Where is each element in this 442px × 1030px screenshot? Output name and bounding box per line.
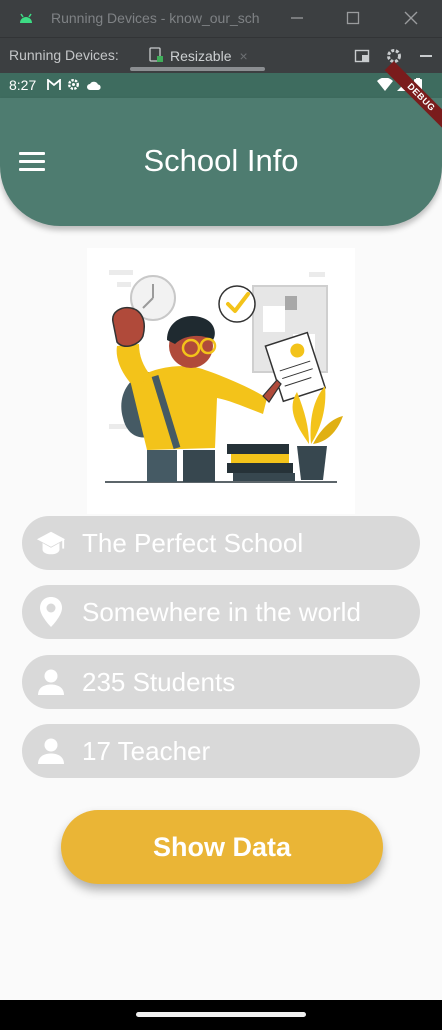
device-tab[interactable]: Resizable ×: [148, 44, 248, 68]
ide-toolbar: Running Devices: Resizable ×: [0, 37, 442, 74]
device-tab-label: Resizable: [170, 48, 232, 64]
navigation-bar: [0, 1000, 442, 1030]
person-icon: [36, 667, 66, 697]
device-icon: [148, 46, 164, 66]
location-pin-icon: [36, 597, 66, 627]
home-gesture-handle[interactable]: [136, 1012, 306, 1017]
teachers-row: 17 Teacher: [22, 724, 420, 778]
tab-close-icon[interactable]: ×: [239, 48, 247, 64]
minimize-icon[interactable]: [287, 8, 307, 28]
status-bar: 8:27: [0, 73, 442, 98]
page-title: School Info: [143, 143, 299, 178]
app-bar: School Info: [0, 98, 442, 226]
android-icon: [18, 11, 34, 29]
school-name: The Perfect School: [82, 527, 304, 558]
wifi-icon: [377, 77, 393, 96]
maximize-icon[interactable]: [343, 8, 363, 28]
students-row: 235 Students: [22, 655, 420, 709]
minimize-panel-icon[interactable]: [416, 46, 436, 66]
status-time: 8:27: [9, 77, 37, 93]
gmail-icon: [47, 78, 61, 96]
location-text: Somewhere in the world: [82, 596, 361, 627]
window-mode-icon[interactable]: [352, 46, 372, 66]
show-data-button[interactable]: Show Data: [61, 810, 383, 884]
tab-indicator: [130, 67, 265, 71]
teachers-count: 17 Teacher: [82, 735, 211, 766]
school-illustration: [87, 248, 355, 514]
close-icon[interactable]: [401, 8, 421, 28]
toolbar-label: Running Devices:: [9, 47, 119, 63]
person-icon: [36, 736, 66, 766]
ide-title-bar: Running Devices - know_our_sch: [0, 0, 442, 37]
settings-icon: [67, 78, 80, 96]
cloud-icon: [86, 78, 102, 96]
window-title: Running Devices - know_our_sch: [51, 10, 260, 26]
students-count: 235 Students: [82, 666, 236, 697]
location-row: Somewhere in the world: [22, 585, 420, 639]
school-icon: [36, 528, 66, 558]
school-name-row: The Perfect School: [22, 516, 420, 570]
